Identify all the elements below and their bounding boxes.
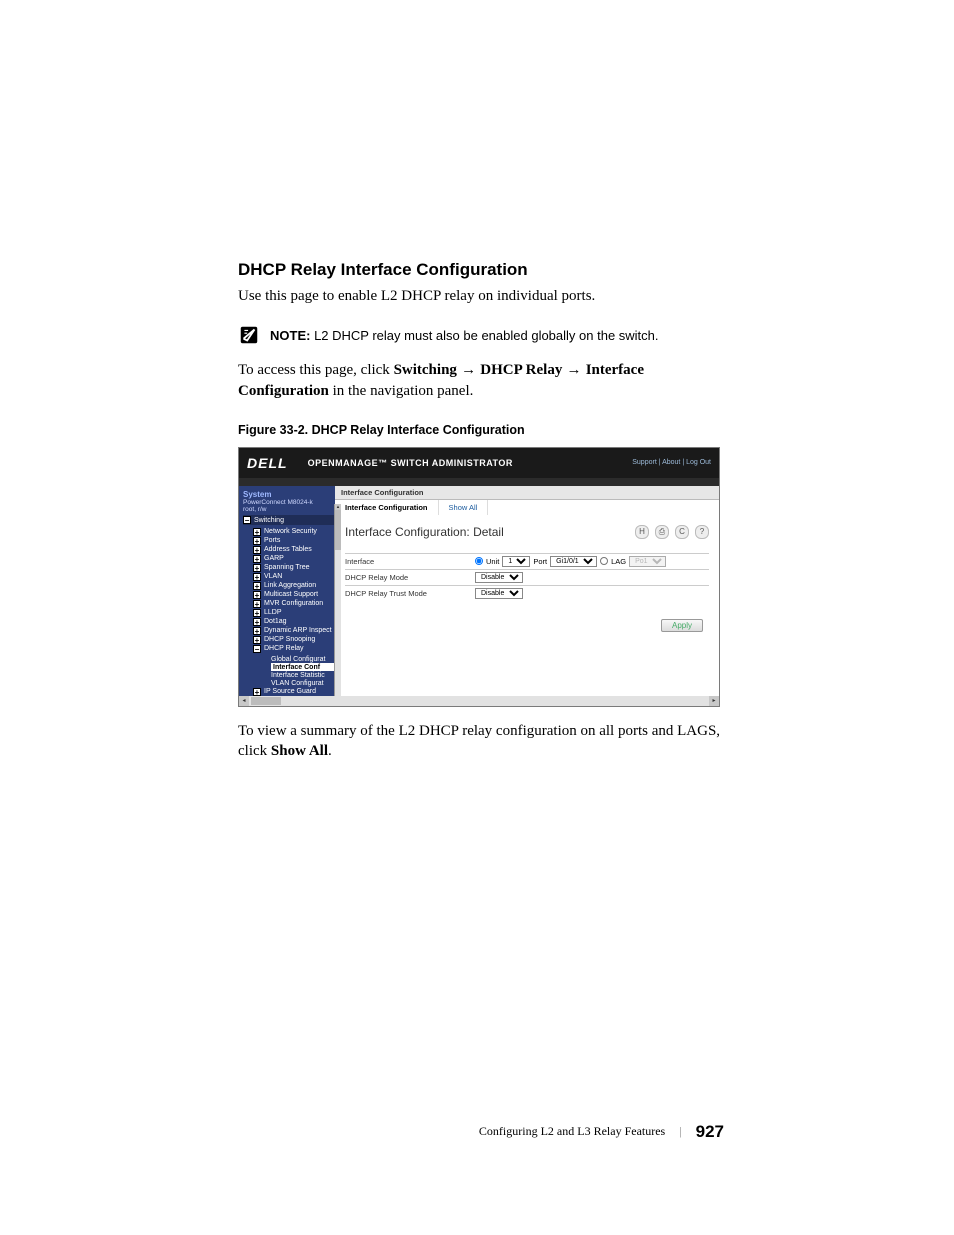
figure-caption: Figure 33-2. DHCP Relay Interface Config… [238,423,724,437]
access-path2: DHCP Relay [480,362,562,378]
note-icon [238,324,260,346]
relay-mode-label: DHCP Relay Mode [345,573,475,582]
minus-icon[interactable]: − [253,645,261,653]
nav-item[interactable]: +DHCP Snooping [253,635,335,644]
tab-interface-configuration[interactable]: Interface Configuration [335,500,439,515]
hscroll-right-icon[interactable]: ▸ [709,696,719,706]
plus-icon[interactable]: + [253,636,261,644]
tab-show-all[interactable]: Show All [439,500,489,515]
refresh-icon[interactable]: C [675,525,689,539]
panel-title-row: Interface Configuration: Detail H ⎙ C ? [345,525,709,539]
plus-icon[interactable]: + [253,688,261,696]
apply-button[interactable]: Apply [661,619,703,632]
nav-subitem[interactable]: Interface Conf [271,663,339,671]
breadcrumb: Interface Configuration [335,486,719,500]
top-links[interactable]: Support | About | Log Out [632,459,711,466]
post-tail: . [328,743,332,759]
post-paragraph: To view a summary of the L2 DHCP relay c… [238,721,724,762]
lag-select[interactable]: Po1 [629,556,666,567]
nav-item[interactable]: +VLAN [253,572,335,581]
screenshot-topbar: DELL OPENMANAGE™ SWITCH ADMINISTRATOR Su… [239,448,719,478]
nav-item[interactable]: +IP Source Guard [253,687,335,696]
product-title: OPENMANAGE™ SWITCH ADMINISTRATOR [308,458,513,468]
nav-item[interactable]: +Ports [253,536,335,545]
plus-icon[interactable]: + [253,528,261,536]
nav-item[interactable]: +Spanning Tree [253,563,335,572]
note-block: NOTE: L2 DHCP relay must also be enabled… [238,324,724,346]
nav-item[interactable]: +Network Security [253,527,335,536]
nav-item[interactable]: +Address Tables [253,545,335,554]
access-arrow1: → [457,361,480,378]
nav-item[interactable]: +LLDP [253,608,335,617]
nav-switching[interactable]: −Switching [243,515,335,525]
section-heading: DHCP Relay Interface Configuration [238,260,724,280]
interface-label: Interface [345,557,475,566]
save-icon[interactable]: H [635,525,649,539]
hscroll-thumb[interactable] [251,697,281,705]
note-body: L2 DHCP relay must also be enabled globa… [310,328,658,343]
form-row-trust-mode: DHCP Relay Trust Mode Disable [345,585,709,601]
nav-item[interactable]: −DHCP Relay [253,644,335,653]
nav-subitem[interactable]: VLAN Configurat [271,679,335,687]
tab-strip: Interface Configuration Show All [335,500,719,515]
nav-hscrollbar[interactable]: ◂ ▸ [239,696,719,706]
access-lead: To access this page, click [238,362,394,378]
access-path1: Switching [394,362,457,378]
help-icon[interactable]: ? [695,525,709,539]
post-bold: Show All [271,743,328,759]
plus-icon[interactable]: + [253,627,261,635]
screenshot-frame: DELL OPENMANAGE™ SWITCH ADMINISTRATOR Su… [238,447,720,707]
nav-subitem[interactable]: Global Configurat [271,655,335,663]
unit-select[interactable]: 1 [502,556,530,567]
nav-subitem[interactable]: Interface Statistic [271,671,335,679]
nav-user: root, r/w [243,506,335,513]
form-row-relay-mode: DHCP Relay Mode Disable [345,569,709,585]
interface-unit-radio[interactable] [475,557,483,565]
dell-logo: DELL [247,455,288,471]
plus-icon[interactable]: + [253,618,261,626]
footer-pagenum: 927 [696,1122,724,1142]
port-select[interactable]: Gi1/0/1 [550,556,597,567]
plus-icon[interactable]: + [253,600,261,608]
access-paragraph: To access this page, click Switching → D… [238,360,724,401]
plus-icon[interactable]: + [253,564,261,572]
plus-icon[interactable]: + [253,573,261,581]
nav-item[interactable]: +Dot1ag [253,617,335,626]
hscroll-left-icon[interactable]: ◂ [239,696,249,706]
nav-item[interactable]: +GARP [253,554,335,563]
nav-device: PowerConnect M8024-k [243,499,335,506]
nav-system[interactable]: System [243,490,335,499]
plus-icon[interactable]: + [253,591,261,599]
nav-item[interactable]: +Multicast Support [253,590,335,599]
plus-icon[interactable]: + [253,555,261,563]
panel-title: Interface Configuration: Detail [345,525,504,539]
plus-icon[interactable]: + [253,537,261,545]
access-tail: in the navigation panel. [329,383,474,399]
nav-item[interactable]: +MVR Configuration [253,599,335,608]
trust-mode-label: DHCP Relay Trust Mode [345,589,475,598]
note-text: NOTE: L2 DHCP relay must also be enabled… [270,328,659,343]
plus-icon[interactable]: + [253,582,261,590]
trust-mode-select[interactable]: Disable [475,588,523,599]
plus-icon[interactable]: + [253,546,261,554]
plus-icon[interactable]: + [253,609,261,617]
note-prefix: NOTE: [270,328,310,343]
nav-tree[interactable]: System PowerConnect M8024-k root, r/w −S… [239,486,335,696]
form-row-interface: Interface Unit 1 Port Gi1/0/1 LAG Po1 [345,553,709,569]
nav-item[interactable]: +Link Aggregation [253,581,335,590]
access-arrow2: → [562,361,585,378]
print-icon[interactable]: ⎙ [655,525,669,539]
footer-divider: | [679,1124,681,1139]
interface-lag-radio[interactable] [600,557,608,565]
page-footer: Configuring L2 and L3 Relay Features | 9… [0,862,954,1182]
nav-item[interactable]: +Dynamic ARP Inspect [253,626,335,635]
intro-paragraph: Use this page to enable L2 DHCP relay on… [238,286,724,306]
relay-mode-select[interactable]: Disable [475,572,523,583]
main-panel: Interface Configuration Interface Config… [335,486,719,696]
footer-label: Configuring L2 and L3 Relay Features [479,1124,665,1139]
